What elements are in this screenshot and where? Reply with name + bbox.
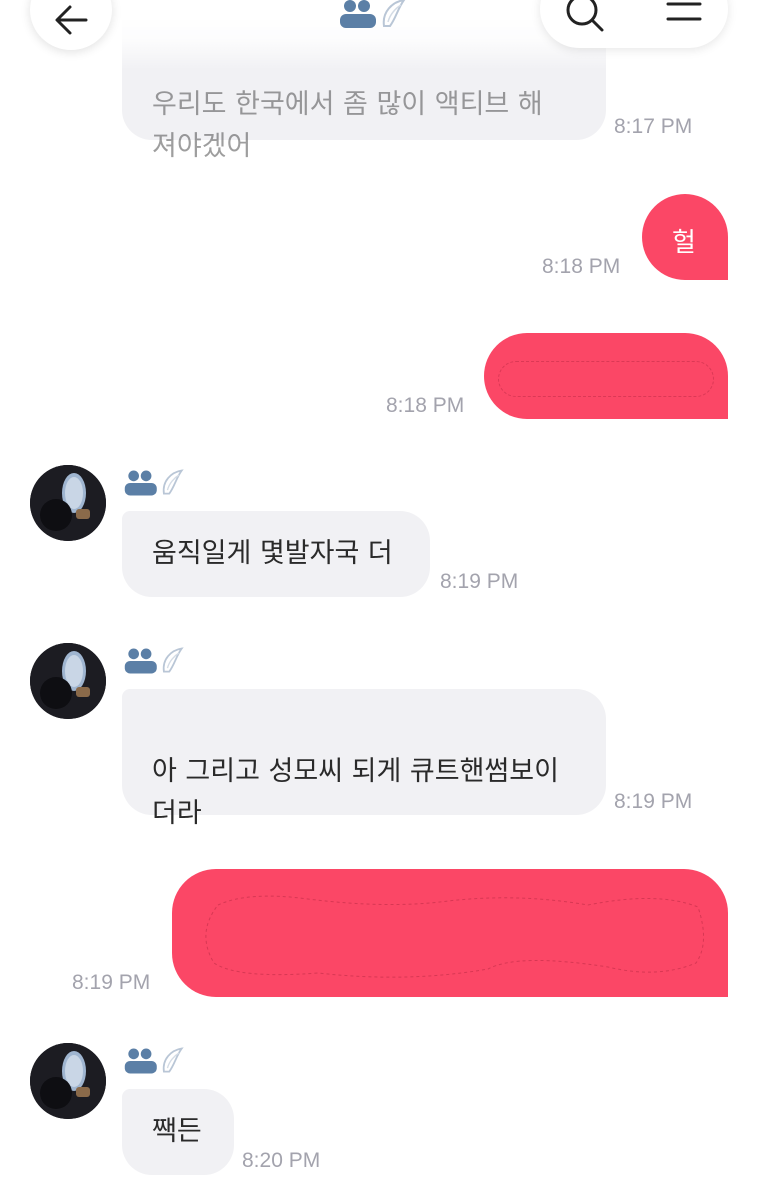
message-timestamp: 8:19 PM: [72, 971, 151, 994]
avatar-photo: [30, 465, 106, 541]
sender-avatar[interactable]: [30, 465, 106, 541]
avatar-photo: [30, 1043, 106, 1119]
message-timestamp: 8:19 PM: [440, 570, 519, 593]
people-wing-icon: [340, 0, 406, 28]
message-text: 짹든: [152, 1116, 202, 1147]
message-bubble-outgoing-redacted[interactable]: [484, 333, 728, 419]
people-wing-icon: [124, 1047, 184, 1074]
message-timestamp: 8:17 PM: [614, 115, 693, 138]
redaction-scribble: [205, 895, 704, 978]
search-icon[interactable]: [562, 0, 606, 36]
header-actions: [540, 0, 728, 48]
message-text: 움직일게 몇발자국 더: [152, 538, 393, 569]
message-bubble-incoming[interactable]: 짹든: [122, 1089, 234, 1175]
message-text: 아 그리고 성모씨 되게 큐트핸썸보이 더라: [152, 756, 559, 829]
message-bubble-outgoing-redacted[interactable]: [172, 869, 728, 997]
hamburger-menu-icon[interactable]: [666, 0, 702, 30]
message-text: 헐: [672, 228, 696, 258]
message-timestamp: 8:18 PM: [542, 255, 621, 278]
redaction-scribble: [498, 361, 714, 397]
message-timestamp: 8:19 PM: [614, 790, 693, 813]
sender-avatar[interactable]: [30, 643, 106, 719]
people-wing-icon: [124, 647, 184, 674]
people-wing-icon: [124, 469, 184, 496]
avatar-photo: [30, 643, 106, 719]
message-timestamp: 8:18 PM: [386, 394, 465, 417]
message-bubble-outgoing[interactable]: 헐: [642, 194, 728, 280]
message-bubble-incoming[interactable]: 움직일게 몇발자국 더: [122, 511, 430, 597]
sender-avatar[interactable]: [30, 1043, 106, 1119]
message-bubble-incoming[interactable]: 아 그리고 성모씨 되게 큐트핸썸보이 더라: [122, 689, 606, 829]
message-timestamp: 8:20 PM: [242, 1149, 321, 1172]
arrow-left-icon: [55, 5, 88, 35]
